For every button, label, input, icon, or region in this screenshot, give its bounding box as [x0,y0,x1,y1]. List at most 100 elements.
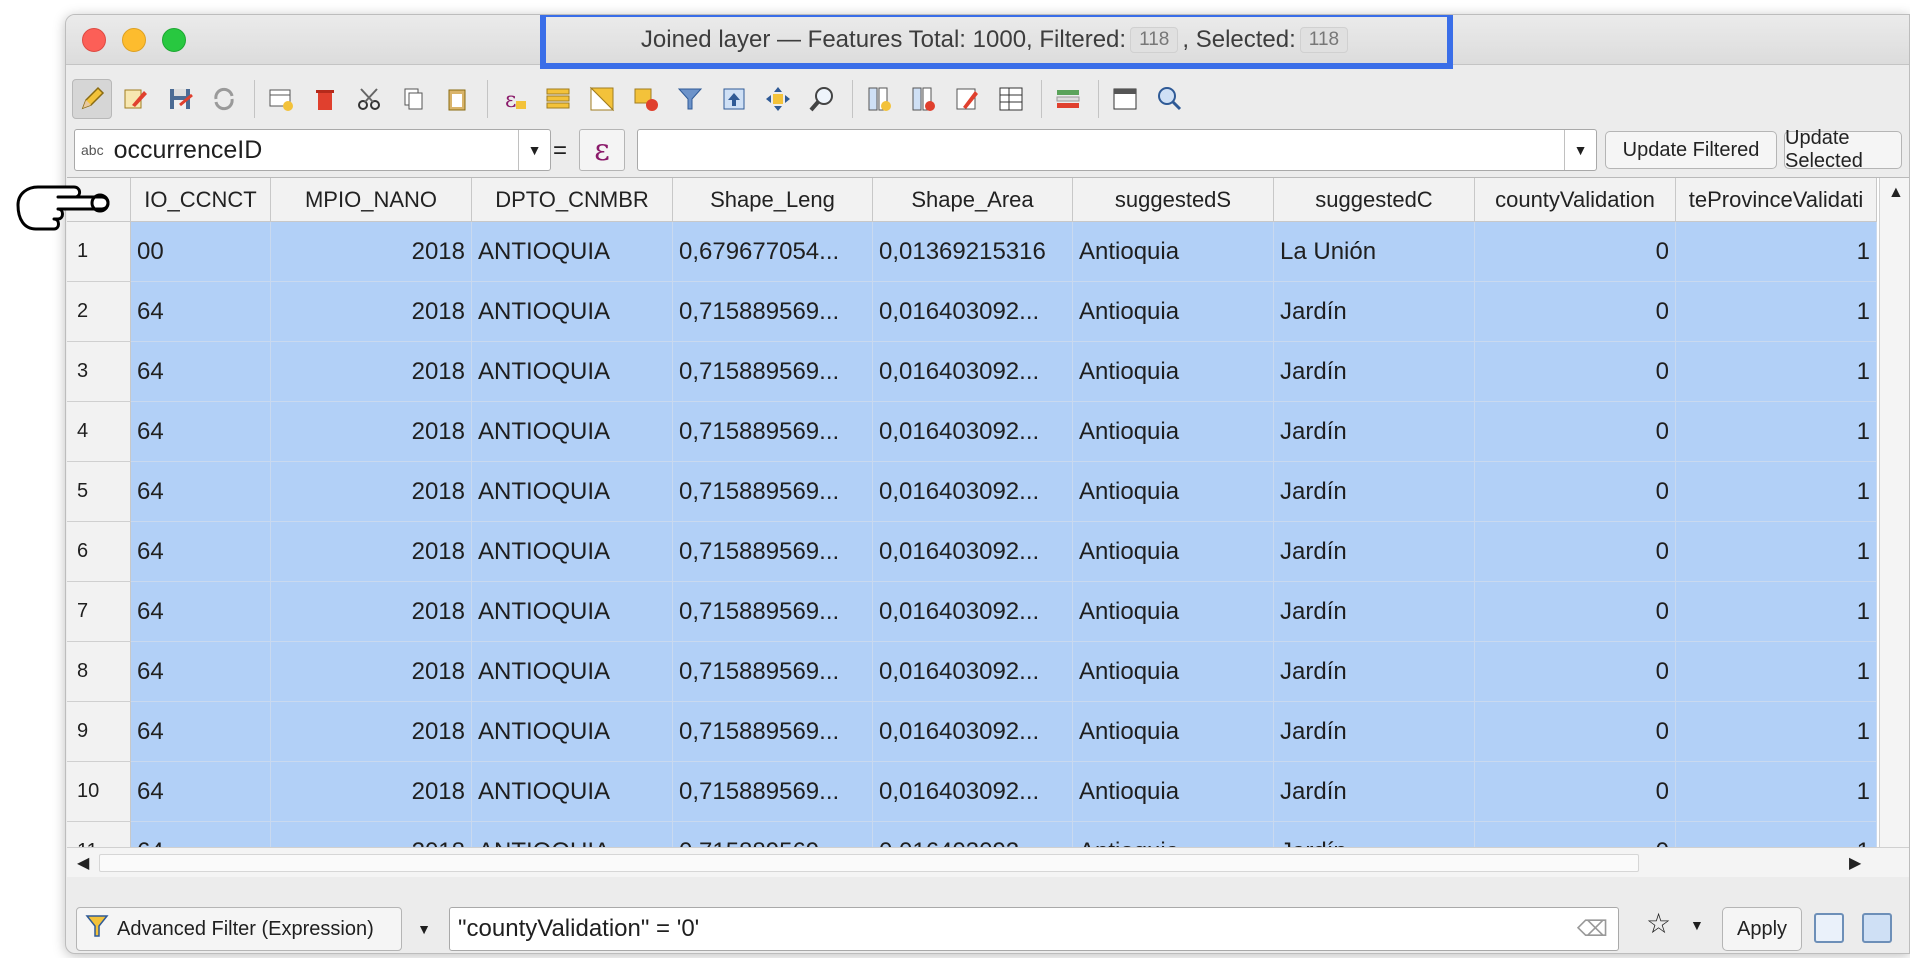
table-cell[interactable]: 1 [1676,222,1877,282]
table-cell[interactable]: 0,016403092... [873,762,1073,822]
table-cell[interactable]: Antioquia [1073,462,1274,522]
search-icon[interactable] [1149,79,1189,119]
row-header[interactable]: 6 [67,522,131,582]
table-cell[interactable]: 1 [1676,582,1877,642]
update-selected-button[interactable]: Update Selected [1784,127,1902,172]
pan-to-selected-icon[interactable] [758,79,798,119]
expression-builder-button[interactable]: ε [579,129,625,171]
table-cell[interactable]: Jardín [1274,582,1475,642]
apply-button[interactable]: Apply [1722,907,1802,951]
table-cell[interactable]: Jardín [1274,282,1475,342]
table-cell[interactable]: ANTIOQUIA [472,582,673,642]
table-cell[interactable]: 0,715889569... [673,522,873,582]
table-cell[interactable]: 0 [1475,462,1676,522]
delete-field-icon[interactable] [903,79,943,119]
table-cell[interactable]: ANTIOQUIA [472,402,673,462]
table-cell[interactable]: 64 [131,702,271,762]
table-cell[interactable]: Antioquia [1073,522,1274,582]
table-cell[interactable]: 64 [131,282,271,342]
table-cell[interactable]: 64 [131,642,271,702]
add-feature-icon[interactable] [261,79,301,119]
table-cell[interactable]: 0 [1475,582,1676,642]
field-calculator-icon[interactable] [947,79,987,119]
zoom-window-button[interactable] [162,28,186,52]
table-cell[interactable]: 64 [131,402,271,462]
table-cell[interactable]: Jardín [1274,522,1475,582]
delete-icon[interactable] [305,79,345,119]
table-cell[interactable]: Antioquia [1073,702,1274,762]
table-cell[interactable]: 0,715889569... [673,762,873,822]
chevron-down-icon[interactable]: ▼ [518,130,550,170]
table-cell[interactable]: 0,715889569... [673,282,873,342]
table-cell[interactable]: 2018 [271,642,472,702]
table-cell[interactable]: 0,016403092... [873,702,1073,762]
table-cell[interactable]: ANTIOQUIA [472,522,673,582]
table-cell[interactable]: 1 [1676,342,1877,402]
horizontal-scrollbar[interactable]: ◀ ▶ [67,847,1909,877]
table-cell[interactable]: 2018 [271,222,472,282]
chevron-down-icon[interactable]: ▼ [1564,130,1596,170]
chevron-down-icon[interactable]: ▼ [1690,917,1704,933]
table-cell[interactable]: ANTIOQUIA [472,342,673,402]
scroll-up-arrow-icon[interactable]: ▲ [1888,184,1904,202]
select-all-icon[interactable] [538,79,578,119]
table-cell[interactable]: 1 [1676,462,1877,522]
table-cell[interactable]: 0 [1475,342,1676,402]
table-cell[interactable]: Antioquia [1073,642,1274,702]
table-cell[interactable]: Jardín [1274,402,1475,462]
table-cell[interactable]: Antioquia [1073,222,1274,282]
title-bar[interactable]: Joined layer — Features Total: 1000, Fil… [66,15,1909,69]
table-cell[interactable]: 0,016403092... [873,582,1073,642]
table-cell[interactable]: 2018 [271,342,472,402]
table-cell[interactable]: 00 [131,222,271,282]
table-cell[interactable]: Jardín [1274,642,1475,702]
expression-select-icon[interactable]: ε [494,79,534,119]
edit-multi-icon[interactable] [116,79,156,119]
table-cell[interactable]: Jardín [1274,702,1475,762]
table-cell[interactable]: ANTIOQUIA [472,702,673,762]
table-cell[interactable]: 64 [131,762,271,822]
row-header[interactable]: 3 [67,342,131,402]
scroll-left-arrow-icon[interactable]: ◀ [77,853,89,873]
column-header[interactable]: DPTO_CNMBR [472,178,673,222]
column-header[interactable]: Shape_Leng [673,178,873,222]
table-cell[interactable]: 1 [1676,762,1877,822]
table-cell[interactable]: 0,016403092... [873,402,1073,462]
table-cell[interactable]: ANTIOQUIA [472,642,673,702]
table-cell[interactable]: 0 [1475,222,1676,282]
table-cell[interactable]: La Unión [1274,222,1475,282]
table-cell[interactable]: 0 [1475,282,1676,342]
column-header[interactable]: Shape_Area [873,178,1073,222]
column-header[interactable]: teProvinceValidati [1676,178,1877,222]
copy-icon[interactable] [393,79,433,119]
table-cell[interactable]: 0 [1475,402,1676,462]
table-cell[interactable]: Antioquia [1073,762,1274,822]
chevron-down-icon[interactable]: ▼ [410,907,438,951]
table-cell[interactable]: 2018 [271,402,472,462]
table-cell[interactable]: ANTIOQUIA [472,762,673,822]
conditional-format-icon[interactable] [991,79,1031,119]
table-cell[interactable]: ANTIOQUIA [472,282,673,342]
table-cell[interactable]: 0,016403092... [873,342,1073,402]
horizontal-scroll-thumb[interactable] [99,854,1639,872]
table-cell[interactable]: 0,715889569... [673,402,873,462]
vertical-scrollbar[interactable]: ▲ ▼ [1879,178,1909,877]
table-cell[interactable]: 0,715889569... [673,582,873,642]
column-header[interactable]: MPIO_NANO [271,178,472,222]
table-cell[interactable]: Antioquia [1073,582,1274,642]
dock-icon[interactable] [1105,79,1145,119]
table-cell[interactable]: 0 [1475,762,1676,822]
update-filtered-button[interactable]: Update Filtered [1605,131,1777,169]
table-cell[interactable]: 0,016403092... [873,522,1073,582]
table-cell[interactable]: 2018 [271,582,472,642]
attribute-table[interactable]: IO_CCNCT MPIO_NANO DPTO_CNMBR Shape_Leng Sha… [67,177,1909,877]
table-cell[interactable]: Jardín [1274,342,1475,402]
filter-icon[interactable] [670,79,710,119]
cut-icon[interactable] [349,79,389,119]
table-cell[interactable]: 0,715889569... [673,342,873,402]
table-cell[interactable]: 1 [1676,522,1877,582]
table-cell[interactable]: 0,01369215316 [873,222,1073,282]
row-header[interactable]: 9 [67,702,131,762]
update-value-input[interactable]: ▼ [637,129,1597,171]
new-field-icon[interactable] [859,79,899,119]
